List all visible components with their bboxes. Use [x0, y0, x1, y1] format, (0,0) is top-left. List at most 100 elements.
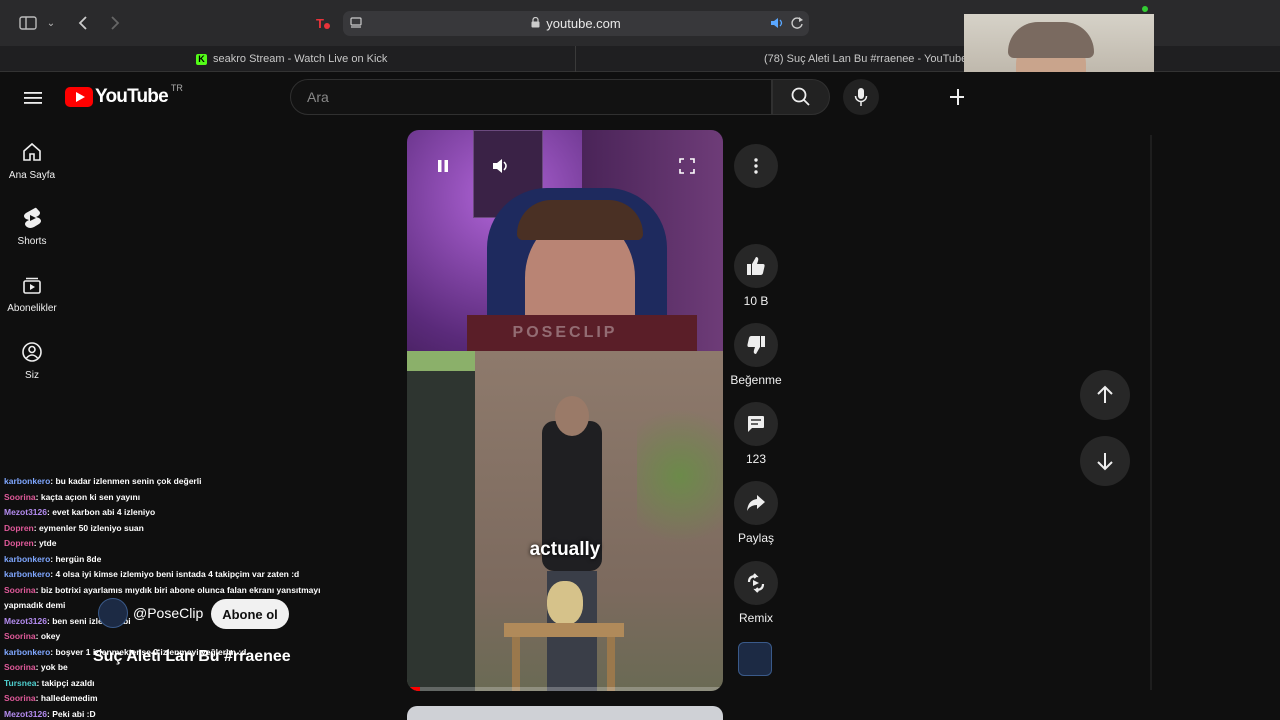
chat-message: Mezot3126: evet karbon abi 4 izleniyo	[4, 505, 330, 521]
pause-button[interactable]	[429, 152, 457, 180]
stool-leg	[512, 637, 520, 691]
tab-youtube[interactable]: (78) Suç Aleti Lan Bu #rraenee - YouTube	[758, 46, 964, 72]
stool-top	[504, 623, 624, 637]
chat-message: Dopren: eymenler 50 izleniyo suan	[4, 521, 330, 537]
cap	[1008, 22, 1094, 58]
next-short-preview[interactable]	[407, 706, 723, 720]
menu-icon[interactable]	[22, 87, 44, 109]
remix-icon	[747, 573, 765, 593]
sidebar-item-label: Ana Sayfa	[8, 170, 56, 181]
shorts-video-player[interactable]: POSECLIP actually	[407, 130, 723, 691]
chat-username: Soorina	[4, 693, 36, 703]
search-button[interactable]	[772, 79, 830, 115]
youtube-play-logo-icon	[65, 87, 93, 107]
comments-button[interactable]	[734, 402, 778, 446]
share-button[interactable]	[734, 481, 778, 525]
mannequin-head	[547, 581, 583, 625]
search-icon	[791, 87, 810, 106]
tab-kick[interactable]: K seakro Stream - Watch Live on Kick	[196, 46, 556, 72]
sidebar-item-shorts[interactable]: Shorts	[0, 206, 64, 247]
voice-search-button[interactable]	[843, 79, 879, 115]
chat-username: Dopren	[4, 538, 34, 548]
chat-text: : halledemedim	[35, 693, 98, 703]
chat-text: yapmadık demi	[4, 600, 66, 610]
fullscreen-button[interactable]	[673, 152, 701, 180]
chat-message: karbonkero: hergün 8de	[4, 552, 330, 568]
subscriptions-icon	[0, 273, 64, 297]
next-short-button[interactable]	[1080, 436, 1130, 486]
lock-icon	[531, 16, 540, 31]
sidebar-item-you[interactable]: Siz	[0, 340, 64, 381]
tab-label: (78) Suç Aleti Lan Bu #rraenee - YouTube	[764, 53, 964, 65]
more-options-button[interactable]	[734, 144, 778, 188]
chat-message: Mezot3126: Peki abi :D	[4, 707, 330, 720]
create-icon[interactable]	[948, 86, 964, 108]
chat-text: : 4 olsa iyi kimse izlemiyo beni isntada…	[50, 569, 300, 579]
sidebar-item-label: Abonelikler	[7, 303, 57, 314]
like-count: 10 B	[743, 294, 769, 308]
dislike-label: Beğenme	[730, 373, 782, 387]
channel-handle[interactable]: @PoseClip	[133, 605, 203, 621]
stool-leg	[607, 637, 615, 691]
search-input[interactable]: Ara	[290, 79, 772, 115]
mic-icon	[854, 88, 868, 106]
channel-avatar[interactable]	[98, 598, 128, 628]
forward-icon[interactable]	[106, 12, 124, 34]
sidebar-item-label: Shorts	[17, 236, 47, 247]
url-text: youtube.com	[546, 16, 621, 31]
sidebar-toggle-icon[interactable]	[18, 14, 38, 32]
back-icon[interactable]	[74, 12, 92, 34]
chat-message: Soorina: biz botrixi ayarlamıs mıydık bi…	[4, 583, 330, 599]
chat-message: Soorina: halledemedim	[4, 691, 330, 707]
person-head	[555, 396, 589, 436]
address-bar[interactable]: youtube.com	[343, 11, 809, 36]
chat-username: Dopren	[4, 522, 34, 533]
reload-icon[interactable]	[790, 16, 804, 30]
like-button[interactable]	[734, 244, 778, 288]
dark-wall	[407, 351, 475, 691]
chat-text: : kaçta açıon ki sen yayını	[35, 491, 141, 502]
remix-button[interactable]	[734, 561, 778, 605]
chat-text: : takipçi azaldı	[36, 677, 95, 688]
chat-message: Soorina: kaçta açıon ki sen yayını	[4, 490, 330, 506]
chat-text: : yok be	[35, 662, 68, 672]
video-bottom-scene: actually	[407, 351, 723, 691]
chat-text: : okey	[35, 631, 61, 641]
dislike-button[interactable]	[734, 323, 778, 367]
chat-username: Mezot3126	[4, 615, 47, 626]
translate-extension-icon[interactable]: T	[314, 14, 332, 32]
sound-thumbnail[interactable]	[738, 642, 772, 676]
chat-message: Dopren: ytde	[4, 536, 330, 552]
subscribe-button[interactable]: Abone ol	[211, 599, 289, 629]
share-icon	[747, 495, 765, 511]
account-icon	[0, 340, 64, 364]
youtube-logo[interactable]: YouTube TR	[65, 83, 183, 108]
chat-message: karbonkero: 4 olsa iyi kimse izlemiyo be…	[4, 567, 330, 583]
arrow-down-icon	[1097, 453, 1113, 471]
chat-username: Mezot3126	[4, 708, 47, 719]
share-label: Paylaş	[737, 531, 775, 545]
sidebar-item-label: Siz	[25, 370, 39, 381]
chat-message: Tursnea: takipçi azaldı	[4, 676, 330, 692]
volume-button[interactable]	[487, 152, 515, 180]
chat-username: Soorina	[4, 491, 36, 502]
chat-username: karbonkero	[4, 646, 51, 657]
stream-chat-overlay: karbonkero: bu kadar izlenmen senin çok …	[0, 474, 330, 720]
sidebar-item-subscriptions[interactable]: Abonelikler	[0, 273, 64, 314]
progress-track[interactable]	[407, 687, 723, 691]
shorts-icon	[0, 206, 64, 230]
chat-username: karbonkero	[4, 553, 51, 564]
chat-text: : ytde	[33, 538, 57, 548]
speaker-icon[interactable]	[770, 16, 786, 30]
sidebar-item-home[interactable]: Ana Sayfa	[0, 140, 64, 181]
kick-icon: K	[196, 53, 207, 65]
hair	[517, 200, 643, 240]
reader-icon[interactable]	[349, 16, 363, 30]
video-title[interactable]: Suç Aleti Lan Bu #rraenee	[93, 648, 291, 666]
previous-short-button[interactable]	[1080, 370, 1130, 420]
scrollbar[interactable]	[1150, 135, 1152, 690]
video-caption: actually	[529, 539, 601, 560]
chat-message: karbonkero: bu kadar izlenmen senin çok …	[4, 474, 330, 490]
watermark: POSECLIP	[512, 324, 618, 341]
chevron-down-icon[interactable]: ⌄	[45, 16, 57, 30]
